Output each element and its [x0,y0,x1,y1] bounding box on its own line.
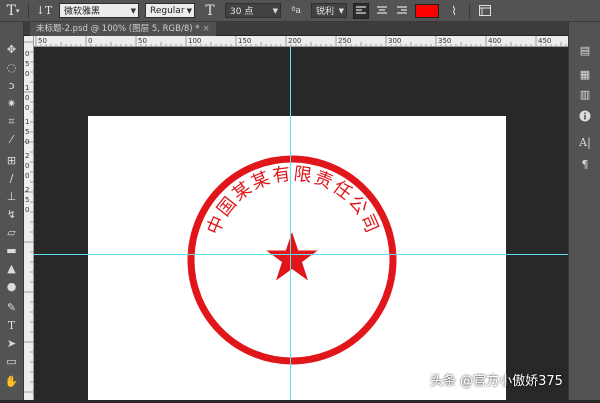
vertical-guide[interactable] [290,47,291,400]
font-size-icon: T [205,2,215,19]
font-family-select[interactable]: 微软雅黑 ▼ [59,3,139,18]
brush-tool-icon[interactable]: ∕ [3,171,20,186]
adjustments-panel-icon[interactable]: ▦ [577,66,593,82]
align-left-icon [356,6,366,14]
document-canvas[interactable]: 中国某某有限责任公司 [88,116,506,400]
dodge-tool-icon[interactable]: ● [3,279,20,294]
ruler-label: 0 [25,94,29,102]
toolbox: ✥ ◌ ↄ ✷ ⌗ ⁄ ⊞ ∕ ⊥ ↯ ▱ ▬ ▲ ● ✎ T ➤ ▭ ✋ [0,22,24,400]
type-tool-active-icon[interactable]: T [3,318,20,333]
horizontal-ruler-ticks: 50050100150200250300350400450500550 [35,36,567,46]
ruler-label: 0 [25,50,29,58]
stamp-company-name: 中国某某有限责任公司 [203,164,383,238]
ruler-label: 200 [288,37,301,45]
font-size-select[interactable]: 30 点 ▼ [225,3,281,18]
history-panel-icon[interactable]: ▤ [577,42,593,58]
gradient-tool-icon[interactable]: ▬ [3,243,20,258]
warp-text-icon[interactable]: ⌇ [445,2,463,20]
ruler-label: 100 [188,37,201,45]
right-panel-dock: ▤ ▦ ▥ A| ¶ [568,22,600,400]
ruler-label: 450 [538,37,551,45]
ruler-label: 50 [138,37,147,45]
ruler-label: 5 [25,60,29,68]
character-panel-button-icon[interactable]: A| [577,134,593,150]
horizontal-guide[interactable] [34,254,568,255]
align-center-button[interactable] [375,4,389,18]
panel-toggle-icon [479,5,491,16]
hand-tool-icon[interactable]: ✋ [3,374,20,389]
options-bar: T ▾ ↓T 微软雅黑 ▼ Regular ▼ T 30 点 ▼ ªa 锐利 ▼ ⌇ [0,0,600,22]
magic-wand-tool-icon[interactable]: ✷ [3,96,20,111]
align-right-button[interactable] [395,4,409,18]
text-color-swatch[interactable] [415,3,439,18]
type-tool-icon[interactable]: T ▾ [4,2,22,20]
horizontal-ruler[interactable]: 50050100150200250300350400450500550 [34,36,568,47]
font-size-value: 30 点 [230,7,254,17]
ruler-label: 400 [488,37,501,45]
ruler-label: 150 [238,37,251,45]
ruler-label: 0 [25,70,29,78]
ruler-label: 2 [25,152,29,160]
eraser-tool-icon[interactable]: ▱ [3,225,20,240]
font-family-value: 微软雅黑 [64,7,101,17]
info-icon [579,110,591,122]
ruler-label: 5 [25,196,29,204]
stamp-star-icon [266,232,318,281]
character-panel-icon[interactable] [476,2,494,20]
lasso-tool-icon[interactable]: ↄ [3,78,20,93]
eyedropper-tool-icon[interactable]: ⁄ [3,132,20,147]
swatches-panel-icon[interactable]: ▥ [577,86,593,102]
ruler-label: 250 [338,37,351,45]
toggle-text-orientation-icon[interactable]: ↓T [35,2,53,20]
stamp-artwork: 中国某某有限责任公司 [187,155,397,365]
document-tab-bar: 未标题-2.psd @ 100% (图层 5, RGB/8) * × [24,22,568,36]
align-right-icon [397,6,407,14]
ruler-label: 50 [38,37,47,45]
ruler-label: 0 [25,138,29,146]
info-panel-icon[interactable] [577,108,593,124]
close-tab-icon[interactable]: × [203,24,210,34]
history-brush-tool-icon[interactable]: ↯ [3,207,20,222]
divider [28,2,29,19]
blur-tool-icon[interactable]: ▲ [3,261,20,276]
healing-brush-tool-icon[interactable]: ⊞ [3,153,20,168]
pen-tool-icon[interactable]: ✎ [3,300,20,315]
vertical-ruler[interactable]: 0 5 0 1 0 0 1 5 0 2 0 0 2 5 0 [24,36,34,400]
document-tab-title: 未标题-2.psd @ 100% (图层 5, RGB/8) * [36,24,200,34]
ruler-label: 1 [25,118,29,126]
vertical-ruler-ticks: 0 5 0 1 0 0 1 5 0 2 0 0 2 5 0 [24,41,33,393]
clone-stamp-tool-icon[interactable]: ⊥ [3,189,20,204]
ruler-label: 2 [25,186,29,194]
align-left-button[interactable] [353,2,369,19]
move-tool-icon[interactable]: ✥ [3,42,20,57]
ruler-label: 0 [25,206,29,214]
stamp-company-name-path: 中国某某有限责任公司 [203,164,381,238]
watermark: 头条 @官方小傲娇375 [430,374,563,389]
ruler-label: 0 [25,172,29,180]
paragraph-panel-icon[interactable]: ¶ [577,156,593,172]
ruler-label: 0 [88,37,92,45]
align-center-icon [377,6,387,14]
path-selection-tool-icon[interactable]: ➤ [3,336,20,351]
crop-tool-icon[interactable]: ⌗ [3,114,20,129]
ruler-label: 1 [25,84,29,92]
ruler-label: 0 [25,162,29,170]
antialias-icon: ªa [291,5,301,16]
antialias-value: 锐利 [316,7,335,17]
font-style-select[interactable]: Regular ▼ [145,3,195,18]
font-style-value: Regular [150,5,185,16]
ruler-label: 0 [25,104,29,112]
divider [469,2,470,19]
ruler-label: 5 [25,128,29,136]
antialias-select[interactable]: 锐利 ▼ [311,3,347,18]
shape-tool-icon[interactable]: ▭ [3,354,20,369]
document-tab[interactable]: 未标题-2.psd @ 100% (图层 5, RGB/8) * × [30,22,216,36]
ruler-label: 300 [388,37,401,45]
ruler-label: 350 [438,37,451,45]
marquee-tool-icon[interactable]: ◌ [3,60,20,75]
